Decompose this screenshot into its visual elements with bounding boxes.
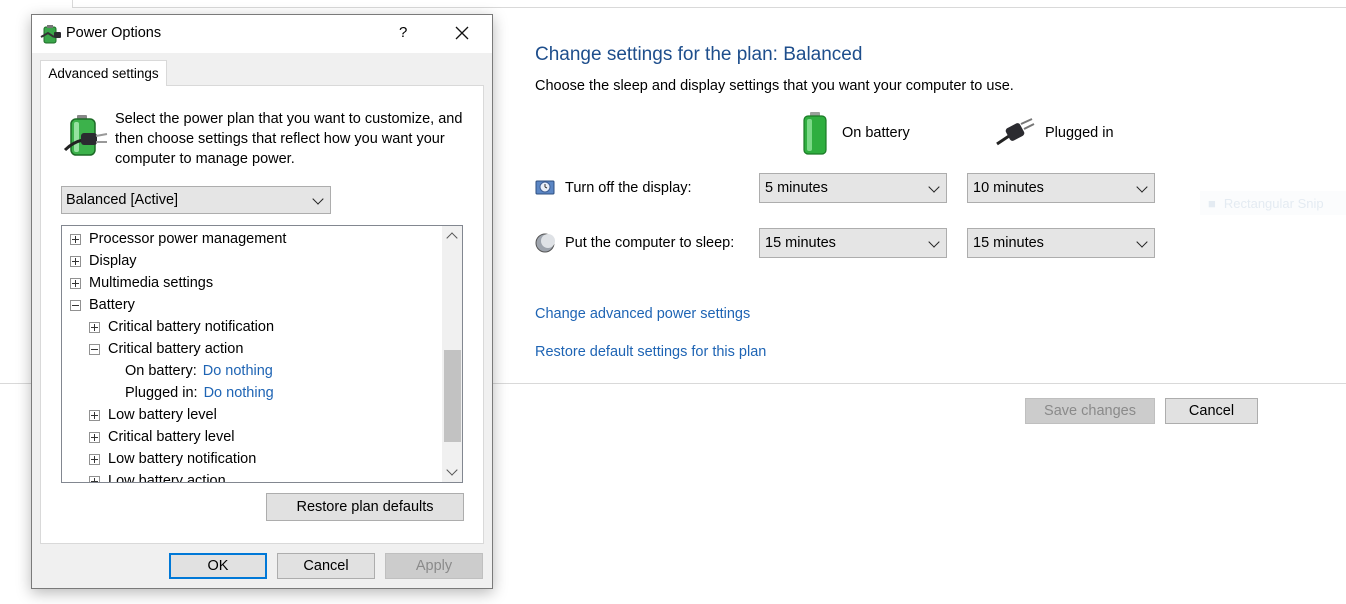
expand-icon[interactable] — [89, 431, 100, 443]
tree-scrollbar[interactable] — [442, 226, 462, 482]
battery-plug-icon — [63, 115, 108, 156]
apply-button[interactable]: Apply — [385, 553, 483, 579]
snip-text: Rectangular Snip — [1223, 195, 1324, 211]
tree-item-label: Multimedia settings — [89, 275, 214, 291]
setting-value-link[interactable]: Do nothing — [203, 363, 273, 379]
collapse-icon[interactable] — [89, 343, 100, 355]
advanced-settings-panel: Select the power plan that you want to c… — [40, 85, 484, 544]
page-title: Change settings for the plan: Balanced — [535, 44, 863, 65]
expand-icon[interactable] — [70, 255, 81, 267]
scroll-thumb[interactable] — [444, 350, 461, 442]
tree-item-label: Battery — [89, 297, 135, 313]
tree-item-label: Low battery level — [108, 407, 217, 423]
tree-item-low-action[interactable]: Low battery action — [89, 470, 226, 482]
display-plugged-select[interactable]: 10 minutes — [967, 173, 1155, 203]
scroll-up-icon[interactable] — [442, 226, 462, 246]
expand-icon[interactable] — [89, 453, 100, 465]
setting-label: On battery: — [125, 363, 197, 379]
expand-icon[interactable] — [70, 277, 81, 289]
settings-tree-list: Processor power management Display Multi… — [62, 226, 442, 482]
ok-button[interactable]: OK — [169, 553, 267, 579]
moon-icon — [535, 233, 555, 253]
chevron-down-icon — [312, 193, 324, 205]
battery-icon — [803, 112, 827, 155]
tree-setting-plugged-in: Plugged in: Do nothing — [125, 382, 274, 404]
power-options-dialog: Power Options ? Advanced settings Select… — [31, 14, 493, 589]
expand-icon[interactable] — [89, 321, 100, 333]
dialog-cancel-button[interactable]: Cancel — [277, 553, 375, 579]
setting-value-link[interactable]: Do nothing — [204, 385, 274, 401]
cancel-button[interactable]: Cancel — [1165, 398, 1258, 424]
display-icon — [535, 180, 555, 195]
tab-advanced-settings[interactable]: Advanced settings — [40, 60, 167, 86]
tree-setting-on-battery: On battery: Do nothing — [125, 360, 273, 382]
restore-defaults-link[interactable]: Restore default settings for this plan — [535, 344, 766, 360]
expand-icon[interactable] — [70, 233, 81, 245]
tree-item-critical-level[interactable]: Critical battery level — [89, 426, 235, 448]
on-battery-label: On battery — [842, 125, 910, 141]
sleep-battery-value: 15 minutes — [765, 235, 836, 251]
power-options-icon — [40, 25, 61, 44]
sleep-label: Put the computer to sleep: — [565, 235, 735, 251]
tree-item-low-battery-level[interactable]: Low battery level — [89, 404, 217, 426]
scroll-down-icon[interactable] — [442, 462, 462, 482]
tree-item-low-notification[interactable]: Low battery notification — [89, 448, 256, 470]
chevron-down-icon — [1136, 181, 1148, 193]
display-label: Turn off the display: — [565, 180, 692, 196]
tree-item-label: Low battery action — [108, 473, 226, 482]
close-icon[interactable] — [452, 23, 472, 43]
display-battery-select[interactable]: 5 minutes — [759, 173, 947, 203]
tree-item-label: Processor power management — [89, 231, 287, 247]
plan-dropdown[interactable]: Balanced [Active] — [61, 186, 331, 214]
snip-tooltip: ■ Rectangular Snip — [1200, 191, 1346, 215]
page-subtitle: Choose the sleep and display settings th… — [535, 78, 1014, 94]
help-button[interactable]: ? — [399, 24, 407, 41]
tree-item-battery[interactable]: Battery — [70, 294, 135, 316]
plan-dropdown-value: Balanced [Active] — [66, 192, 179, 208]
tree-item-critical-action[interactable]: Critical battery action — [89, 338, 243, 360]
plugged-in-label: Plugged in — [1045, 125, 1114, 141]
tree-item-critical-notification[interactable]: Critical battery notification — [89, 316, 274, 338]
tree-item-processor-power[interactable]: Processor power management — [70, 228, 286, 250]
chevron-down-icon — [1136, 236, 1148, 248]
plan-description: Select the power plan that you want to c… — [115, 111, 463, 167]
chevron-down-icon — [928, 181, 940, 193]
display-plugged-value: 10 minutes — [973, 180, 1044, 196]
dialog-title: Power Options — [66, 25, 162, 41]
plug-icon — [996, 118, 1035, 146]
snip-icon: ■ — [1208, 195, 1216, 211]
sleep-plugged-select[interactable]: 15 minutes — [967, 228, 1155, 258]
expand-icon[interactable] — [89, 475, 100, 482]
save-changes-button[interactable]: Save changes — [1025, 398, 1155, 424]
tree-item-label: Critical battery action — [108, 341, 244, 357]
settings-tree[interactable]: Processor power management Display Multi… — [61, 225, 463, 483]
setting-label: Plugged in: — [125, 385, 198, 401]
tree-item-label: Low battery notification — [108, 451, 257, 467]
expand-icon[interactable] — [89, 409, 100, 421]
sleep-plugged-value: 15 minutes — [973, 235, 1044, 251]
display-row-label: Turn off the display: — [535, 177, 692, 199]
display-battery-value: 5 minutes — [765, 180, 828, 196]
chevron-down-icon — [928, 236, 940, 248]
sleep-battery-select[interactable]: 15 minutes — [759, 228, 947, 258]
tree-item-label: Critical battery notification — [108, 319, 275, 335]
collapse-icon[interactable] — [70, 299, 81, 311]
tree-item-display[interactable]: Display — [70, 250, 137, 272]
sleep-row-label: Put the computer to sleep: — [535, 232, 734, 254]
dialog-titlebar[interactable]: Power Options ? — [32, 15, 492, 53]
column-plugged-in: Plugged in — [995, 110, 1114, 156]
advanced-settings-link[interactable]: Change advanced power settings — [535, 306, 750, 322]
tree-item-multimedia[interactable]: Multimedia settings — [70, 272, 213, 294]
column-on-battery: On battery — [800, 110, 910, 156]
tree-item-label: Display — [89, 253, 137, 269]
restore-plan-defaults-button[interactable]: Restore plan defaults — [266, 493, 464, 521]
tree-item-label: Critical battery level — [108, 429, 235, 445]
window-edge — [72, 0, 1346, 8]
